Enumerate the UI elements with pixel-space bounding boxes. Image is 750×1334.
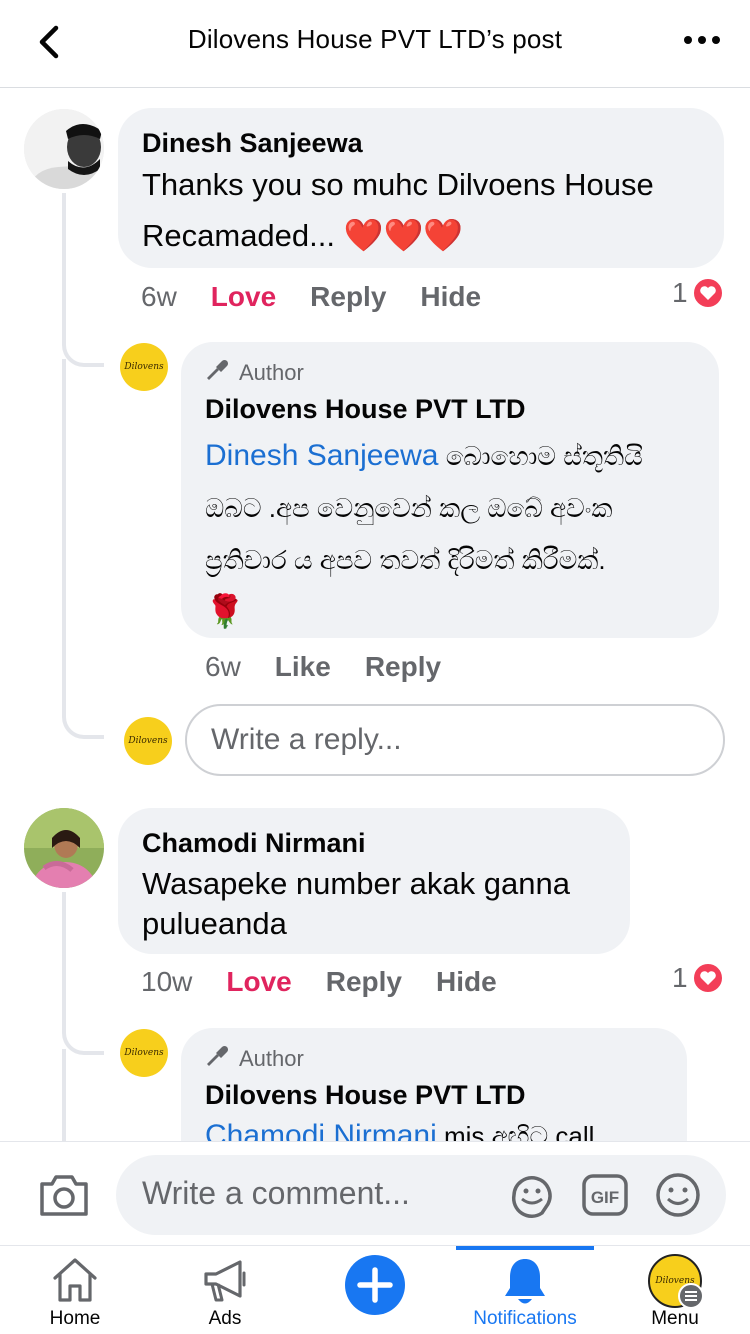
bottom-navigation: Home Ads Notifications Dilovens Menu xyxy=(0,1245,750,1334)
author-badge: Author xyxy=(205,358,695,388)
thread-line xyxy=(62,1049,66,1141)
heart-reaction-icon xyxy=(691,962,724,994)
thread-connector xyxy=(62,689,104,739)
comment-actions: 10w Love Reply Hide xyxy=(141,962,497,1002)
reply-button[interactable]: Reply xyxy=(365,651,441,683)
reply-bubble[interactable]: Author Dilovens House PVT LTD Dinesh San… xyxy=(181,342,719,638)
plus-icon xyxy=(344,1254,406,1321)
home-icon xyxy=(50,1256,100,1309)
reply-author[interactable]: Dilovens House PVT LTD xyxy=(205,392,695,426)
comment-text: Thanks you so muhc Dilvoens House Recama… xyxy=(142,167,654,253)
love-button[interactable]: Love xyxy=(211,281,276,313)
comment-placeholder: Write a comment... xyxy=(142,1175,410,1211)
hide-button[interactable]: Hide xyxy=(420,281,481,313)
thread-connector xyxy=(62,329,104,367)
top-bar: Dilovens House PVT LTD’s post xyxy=(0,0,750,88)
microphone-icon xyxy=(205,358,231,388)
reply-button[interactable]: Reply xyxy=(310,281,386,313)
nav-notifications[interactable]: Notifications xyxy=(460,1246,590,1334)
nav-menu[interactable]: Dilovens Menu xyxy=(630,1246,720,1334)
like-button[interactable]: Like xyxy=(275,651,331,683)
comment-actions: 6w Love Reply Hide xyxy=(141,277,481,317)
comment-text: Wasapeke number akak ganna pulueanda xyxy=(142,866,570,941)
author-badge: Author xyxy=(205,1044,663,1074)
reply-text: Chamodi Nirmani mis අඟිට call xyxy=(205,1116,663,1141)
page-title: Dilovens House PVT LTD’s post xyxy=(187,24,563,54)
avatar-dilovens[interactable]: Dilovens xyxy=(120,1029,168,1077)
hide-button[interactable]: Hide xyxy=(436,966,497,998)
more-options-icon[interactable] xyxy=(682,22,722,62)
comment-time: 6w xyxy=(141,281,177,312)
microphone-icon xyxy=(205,1044,231,1074)
thread-connector xyxy=(62,1017,104,1055)
heart-reaction-icon xyxy=(691,277,724,309)
emoji-icon[interactable] xyxy=(654,1171,702,1219)
comment-bubble[interactable]: Dinesh Sanjeewa Thanks you so muhc Dilvo… xyxy=(118,108,724,268)
reply-bubble[interactable]: Author Dilovens House PVT LTD Chamodi Ni… xyxy=(181,1028,687,1141)
mention-link[interactable]: Dinesh Sanjeewa xyxy=(205,439,438,472)
create-post-button[interactable] xyxy=(344,1246,406,1334)
nav-ads[interactable]: Ads xyxy=(180,1246,270,1334)
avatar-dilovens[interactable]: Dilovens xyxy=(120,343,168,391)
comment-composer: Write a comment... GIF xyxy=(0,1141,750,1245)
avatar-chamodi[interactable] xyxy=(24,808,104,888)
heart-emoji: ❤️❤️❤️ xyxy=(343,217,464,253)
comment-author[interactable]: Chamodi Nirmani xyxy=(142,826,606,860)
reply-text: Dinesh Sanjeewa බොහොම ස්තූතියි ඔබට .අප ව… xyxy=(205,439,643,629)
gif-label: GIF xyxy=(591,1188,619,1207)
comment-time: 10w xyxy=(141,966,193,997)
camera-icon[interactable] xyxy=(38,1172,90,1218)
love-button[interactable]: Love xyxy=(226,966,291,998)
reply-author[interactable]: Dilovens House PVT LTD xyxy=(205,1078,663,1112)
reply-button[interactable]: Reply xyxy=(326,966,402,998)
avatar-dinesh[interactable] xyxy=(24,109,104,189)
reply-actions: 6w Like Reply xyxy=(205,647,441,687)
gif-icon[interactable]: GIF xyxy=(581,1171,629,1219)
mention-link[interactable]: Chamodi Nirmani xyxy=(205,1119,437,1141)
reaction-count[interactable]: 1 xyxy=(672,277,724,309)
comment-author[interactable]: Dinesh Sanjeewa xyxy=(142,126,700,160)
reply-time: 6w xyxy=(205,651,241,682)
sticker-icon[interactable] xyxy=(508,1171,556,1219)
nav-home[interactable]: Home xyxy=(30,1246,120,1334)
avatar-dilovens: Dilovens xyxy=(124,717,172,765)
reaction-count[interactable]: 1 xyxy=(672,962,724,994)
comments-feed[interactable]: Dinesh Sanjeewa Thanks you so muhc Dilvo… xyxy=(0,89,750,1141)
write-reply-input[interactable]: Write a reply... xyxy=(185,704,725,776)
comment-bubble[interactable]: Chamodi Nirmani Wasapeke number akak gan… xyxy=(118,808,630,954)
bell-icon xyxy=(502,1256,548,1311)
thread-line xyxy=(62,892,66,1032)
thread-line xyxy=(62,359,66,699)
megaphone-icon xyxy=(200,1258,250,1309)
thread-line xyxy=(62,193,66,345)
rose-emoji: 🌹 xyxy=(205,593,245,629)
comment-input[interactable]: Write a comment... GIF xyxy=(116,1155,726,1235)
